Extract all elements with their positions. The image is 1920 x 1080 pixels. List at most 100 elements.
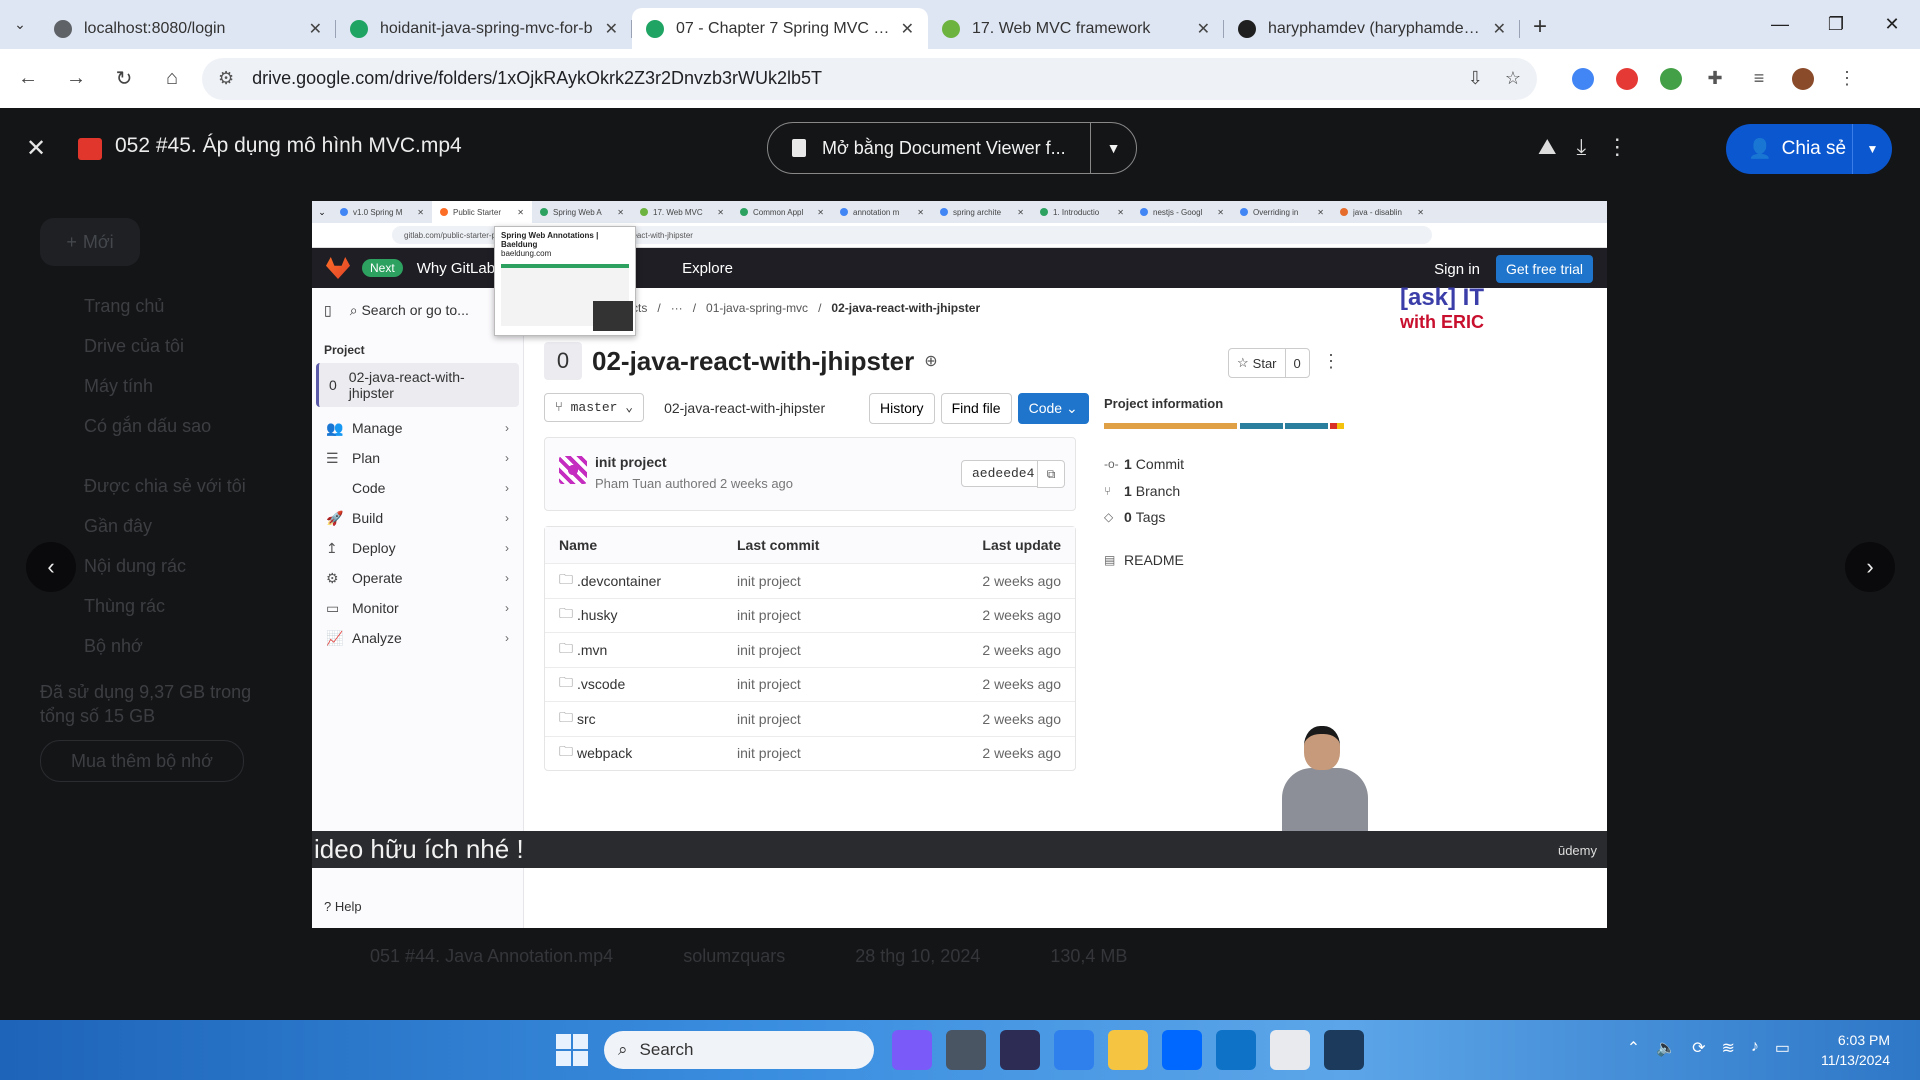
browser-tab[interactable]: localhost:8080/login ✕	[40, 8, 336, 49]
drive-video-viewer: + Mới Trang chủ Drive của tôi Máy tính C…	[0, 108, 1920, 1020]
copilot-icon[interactable]	[892, 1030, 932, 1070]
browser-tab[interactable]: 07 - Chapter 7 Spring MVC - Go ✕	[632, 8, 928, 49]
table-row: 🗀 src init project 2 weeks ago	[545, 701, 1075, 736]
file-name: webpack	[577, 745, 633, 762]
bookmark-star-icon[interactable]: ☆	[1505, 68, 1521, 89]
file-name: .vscode	[577, 676, 626, 693]
sidebar-item-label: Analyze	[352, 630, 402, 646]
table-row: 🗀 .devcontainer init project 2 weeks ago	[545, 563, 1075, 598]
table-row: 🗀 .mvn init project 2 weeks ago	[545, 632, 1075, 667]
inner-browser-tab: spring archite ✕	[932, 201, 1032, 223]
commits-stat: -o- 1 Commit	[1104, 451, 1344, 478]
minimize-icon[interactable]: —	[1752, 0, 1808, 49]
browser-tab[interactable]: hoidanit-java-spring-mvc-for-b ✕	[336, 8, 632, 49]
branches-count: 1	[1124, 482, 1132, 499]
storage-text: Đã sử dụng 9,37 GB trong tổng số 15 GB	[40, 682, 252, 726]
video-player[interactable]: ⌄ v1.0 Spring M ✕ Public Starter ✕ Spring Web…	[312, 201, 1607, 928]
folder-icon: 🗀	[559, 674, 573, 691]
site-info-icon[interactable]: ⚙	[218, 68, 234, 89]
tab-close-icon[interactable]: ✕	[1197, 19, 1210, 39]
restore-icon[interactable]: ❐	[1808, 0, 1864, 49]
folder-icon: 🗀	[559, 639, 573, 656]
chevron-right-icon: ›	[505, 571, 509, 585]
zalo-icon[interactable]	[1162, 1030, 1202, 1070]
project-information: Project information -o- 1 Commit ⑂ 1 Branch …	[1104, 396, 1345, 573]
clock-date: 11/13/2024	[1820, 1052, 1890, 1068]
extensions-puzzle-icon[interactable]: ✚	[1693, 57, 1737, 101]
back-icon[interactable]: ←	[8, 67, 48, 90]
sidebar-item-icon: 🚀	[326, 509, 344, 526]
share-dropdown-icon[interactable]: ▼	[1852, 124, 1892, 174]
chevron-right-icon: ›	[505, 421, 509, 435]
inner-tab-title: annotation m	[853, 207, 900, 217]
sync-icon[interactable]: ⟳	[1692, 1038, 1705, 1058]
sidebar-item-operate: ⚙ Operate ›	[312, 563, 523, 593]
tab-close-icon[interactable]: ✕	[605, 19, 618, 39]
desktop-icon[interactable]	[1054, 1030, 1094, 1070]
star-count: 0	[1284, 349, 1309, 377]
file-last-update: 2 weeks ago	[982, 676, 1061, 693]
more-actions-icon[interactable]: ⋮	[1606, 134, 1628, 160]
chrome-icon[interactable]	[1270, 1030, 1310, 1070]
color-extension-icon[interactable]	[1649, 57, 1693, 101]
eclipse-icon[interactable]	[1000, 1030, 1040, 1070]
media-control-icon[interactable]: ≡	[1737, 57, 1781, 101]
adblock-extension-icon[interactable]	[1605, 57, 1649, 101]
file-explorer-icon[interactable]	[1108, 1030, 1148, 1070]
window-controls: — ❐ ✕	[1752, 0, 1920, 49]
tags-count: 0	[1124, 509, 1132, 526]
help-link: ? Help	[324, 899, 362, 914]
wifi-icon[interactable]: ≋	[1721, 1038, 1734, 1058]
install-app-icon[interactable]: ⇩	[1468, 68, 1483, 89]
open-with-dropdown-icon[interactable]: ▼	[1090, 122, 1136, 174]
forward-icon[interactable]: →	[56, 67, 96, 90]
close-viewer-icon[interactable]: ✕	[26, 134, 46, 163]
share-button[interactable]: 👤 Chia sẻ ▼	[1726, 124, 1892, 174]
tab-close-icon[interactable]: ✕	[901, 19, 914, 39]
preview-title: Spring Web Annotations | Baeldung	[501, 231, 599, 249]
header-last-commit: Last commit	[737, 537, 820, 553]
open-with-button[interactable]: Mở bằng Document Viewer f... ▼	[767, 122, 1137, 174]
file-name: src	[577, 710, 596, 727]
repo-title: 0 02-java-react-with-jhipster ⊕	[544, 342, 938, 380]
ask-it-eric-watermark: [ask] IT with ERIC	[1392, 286, 1492, 334]
inner-tab-title: Spring Web A	[553, 207, 602, 217]
sidebar-item-analyze: 📈 Analyze ›	[312, 623, 523, 653]
translate-extension-icon[interactable]	[1561, 57, 1605, 101]
browser-tab[interactable]: 17. Web MVC framework ✕	[928, 8, 1224, 49]
inner-tab-menu-icon: ⌄	[318, 206, 326, 217]
download-icon[interactable]: ⤓	[1576, 134, 1586, 160]
tab-close-icon[interactable]: ✕	[1493, 19, 1506, 39]
drive-sidebar-dimmed: + Mới Trang chủ Drive của tôi Máy tính C…	[40, 218, 260, 782]
presenter-webcam	[1280, 726, 1370, 838]
home-icon[interactable]: ⌂	[152, 67, 192, 90]
taskbar-search[interactable]: ⌕ Search	[604, 1031, 874, 1069]
tags-label: Tags	[1135, 509, 1166, 526]
author-avatar	[559, 456, 587, 484]
inner-browser-tab: java - disablin ✕	[1332, 201, 1432, 223]
vscode-icon[interactable]	[1216, 1030, 1256, 1070]
git-icon[interactable]	[946, 1030, 986, 1070]
taskbar-clock[interactable]: 6:03 PM 11/13/2024	[1821, 1030, 1890, 1070]
previous-file-arrow-icon[interactable]: ‹	[26, 542, 76, 592]
show-hidden-icon[interactable]: ⌃	[1627, 1038, 1640, 1058]
profile-avatar[interactable]	[1781, 57, 1825, 101]
file-last-commit: init project	[737, 641, 801, 658]
next-file-arrow-icon[interactable]: ›	[1845, 542, 1895, 592]
close-window-icon[interactable]: ✕	[1864, 0, 1920, 49]
start-windows-icon[interactable]	[556, 1034, 588, 1066]
intellij-icon[interactable]	[1324, 1030, 1364, 1070]
sound-icon[interactable]: 🔈	[1656, 1038, 1676, 1058]
tab-search-icon[interactable]: ⌄	[0, 0, 40, 49]
volume-icon[interactable]: ♪	[1751, 1038, 1759, 1058]
tab-close-icon[interactable]: ✕	[309, 19, 322, 39]
address-bar[interactable]: ⚙ drive.google.com/drive/folders/1xOjkRA…	[202, 57, 1537, 100]
reload-icon[interactable]: ↻	[104, 66, 144, 91]
battery-icon[interactable]: ▭	[1775, 1038, 1790, 1058]
nav-starred: Có gắn dấu sao	[84, 416, 212, 436]
new-tab-icon[interactable]: +	[1520, 13, 1560, 41]
browser-tab[interactable]: haryphamdev (haryphamdev) / ✕	[1224, 8, 1520, 49]
add-shortcut-icon[interactable]: ⛰	[1538, 134, 1556, 160]
chrome-menu-icon[interactable]: ⋮	[1825, 57, 1869, 101]
branch-name: master	[570, 400, 618, 415]
